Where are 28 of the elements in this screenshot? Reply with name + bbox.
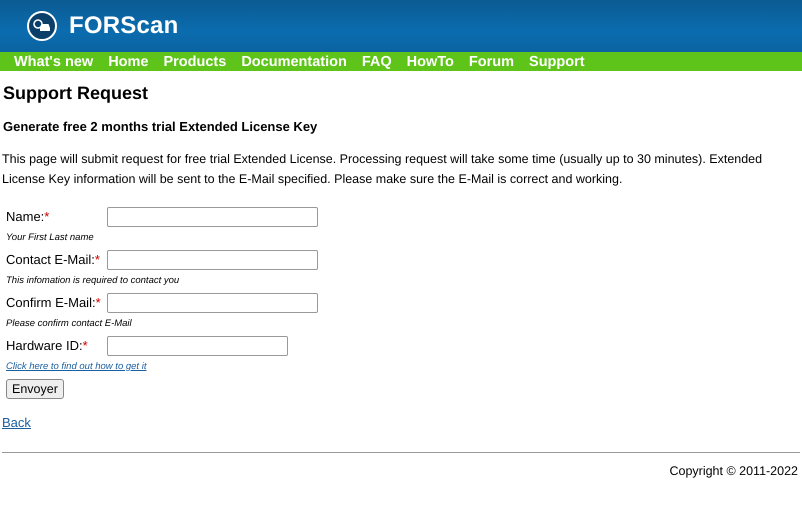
nav-link[interactable]: FAQ	[362, 54, 392, 70]
field-label: Confirm E-Mail:*	[6, 295, 102, 310]
page-subtitle: Generate free 2 months trial Extended License Key	[3, 119, 318, 134]
input-field[interactable]	[107, 250, 318, 270]
nav-link[interactable]: Documentation	[241, 54, 347, 70]
intro-text: This page will submit request for free trial Extended License. Processing request will take some time (usually up to 30 minutes). Extended License Key information will be sent to the E-Mail specified. Please make sure the E-Mail is correct and working.	[2, 151, 764, 188]
back-link[interactable]: Back	[2, 415, 31, 430]
nav-link[interactable]: Home	[108, 54, 148, 70]
nav-link[interactable]: Support	[529, 54, 585, 70]
nav-link[interactable]: HowTo	[406, 54, 454, 70]
field-hint: This infomation is required to contact you	[6, 275, 180, 287]
field-hint: Please confirm contact E-Mail	[6, 318, 133, 330]
input-field[interactable]	[107, 206, 318, 226]
nav-link[interactable]: What's new	[14, 54, 94, 70]
input-field[interactable]	[107, 292, 318, 312]
logo-icon	[27, 11, 57, 41]
field-label: Hardware ID:*	[6, 338, 89, 353]
copyright-text: Copyright © 2011-2022	[668, 464, 799, 478]
submit-button[interactable]: Envoyer	[6, 379, 64, 399]
field-label: Name:*	[6, 209, 50, 224]
page-title: Support Request	[3, 83, 150, 104]
nav-link[interactable]: Products	[163, 54, 226, 70]
nav-link[interactable]: Forum	[468, 54, 514, 70]
logo-text: FORScan	[69, 12, 178, 40]
input-field[interactable]	[107, 336, 288, 356]
field-hint: Your First Last name	[6, 232, 95, 244]
field-label: Contact E-Mail:*	[6, 252, 101, 267]
help-link[interactable]: Click here to find out how to get it	[6, 361, 800, 373]
